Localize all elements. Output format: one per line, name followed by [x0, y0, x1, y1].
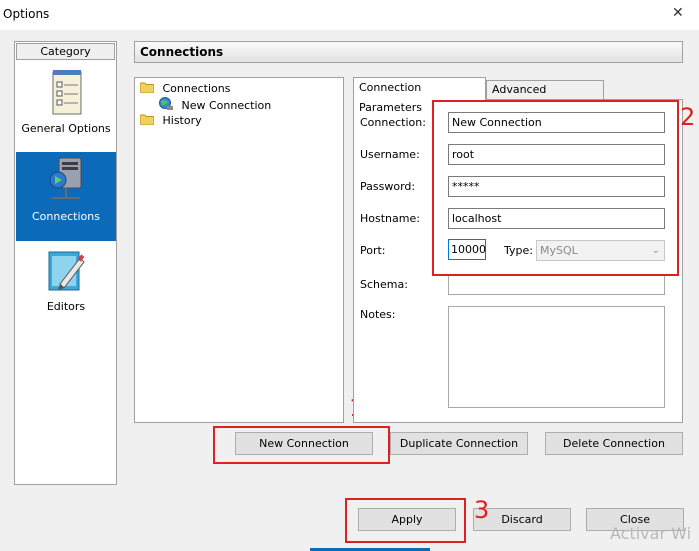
hostname-label: Hostname:: [360, 212, 420, 225]
category-sidebar: Category General Options Connections Edi…: [14, 41, 117, 485]
editors-icon: [46, 248, 86, 297]
section-title: Connections: [134, 41, 683, 63]
title-bar: [0, 0, 699, 30]
annotation-box-apply: [345, 498, 466, 543]
username-label: Username:: [360, 148, 420, 161]
notes-label: Notes:: [360, 308, 396, 321]
globe-icon: [159, 97, 173, 110]
category-heading: Category: [16, 43, 115, 60]
window-title: Options: [3, 7, 50, 21]
tree-node-label: Connections: [162, 82, 231, 95]
general-options-icon: [50, 68, 84, 119]
notes-textarea[interactable]: [448, 306, 665, 408]
annotation-box-new-connection: [213, 426, 390, 464]
sidebar-item-editors[interactable]: Editors: [16, 242, 116, 330]
connections-tree: Connections New Connection History: [134, 77, 344, 423]
duplicate-connection-button[interactable]: Duplicate Connection: [390, 432, 528, 455]
activation-watermark: Activar Wi: [610, 524, 692, 543]
sidebar-item-connections[interactable]: Connections: [16, 152, 116, 241]
schema-field[interactable]: [448, 274, 665, 295]
connections-icon: [46, 156, 86, 209]
tree-node-history[interactable]: History: [139, 114, 202, 127]
close-window-icon[interactable]: ✕: [672, 5, 684, 21]
tree-node-connections[interactable]: Connections: [139, 82, 231, 95]
port-label: Port:: [360, 244, 386, 257]
delete-connection-button[interactable]: Delete Connection: [545, 432, 683, 455]
annotation-box-parameters: [432, 100, 679, 276]
tab-connection-parameters[interactable]: Connection Parameters: [353, 77, 486, 114]
sidebar-item-label: General Options: [21, 122, 111, 135]
sidebar-item-general-options[interactable]: General Options: [16, 64, 116, 152]
sidebar-item-label: Editors: [46, 300, 86, 313]
tree-node-new-connection[interactable]: New Connection: [158, 97, 271, 112]
connection-label: Connection:: [360, 116, 426, 129]
tab-advanced-parameters[interactable]: Advanced Parameters: [486, 80, 604, 114]
password-label: Password:: [360, 180, 416, 193]
folder-icon: [139, 82, 155, 94]
annotation-number-2: 2: [680, 103, 696, 131]
folder-icon: [139, 114, 155, 126]
tree-node-label: History: [162, 114, 202, 127]
annotation-number-3: 3: [474, 496, 490, 524]
sidebar-item-label: Connections: [32, 210, 100, 223]
tree-node-label: New Connection: [181, 99, 272, 112]
schema-label: Schema:: [360, 278, 408, 291]
